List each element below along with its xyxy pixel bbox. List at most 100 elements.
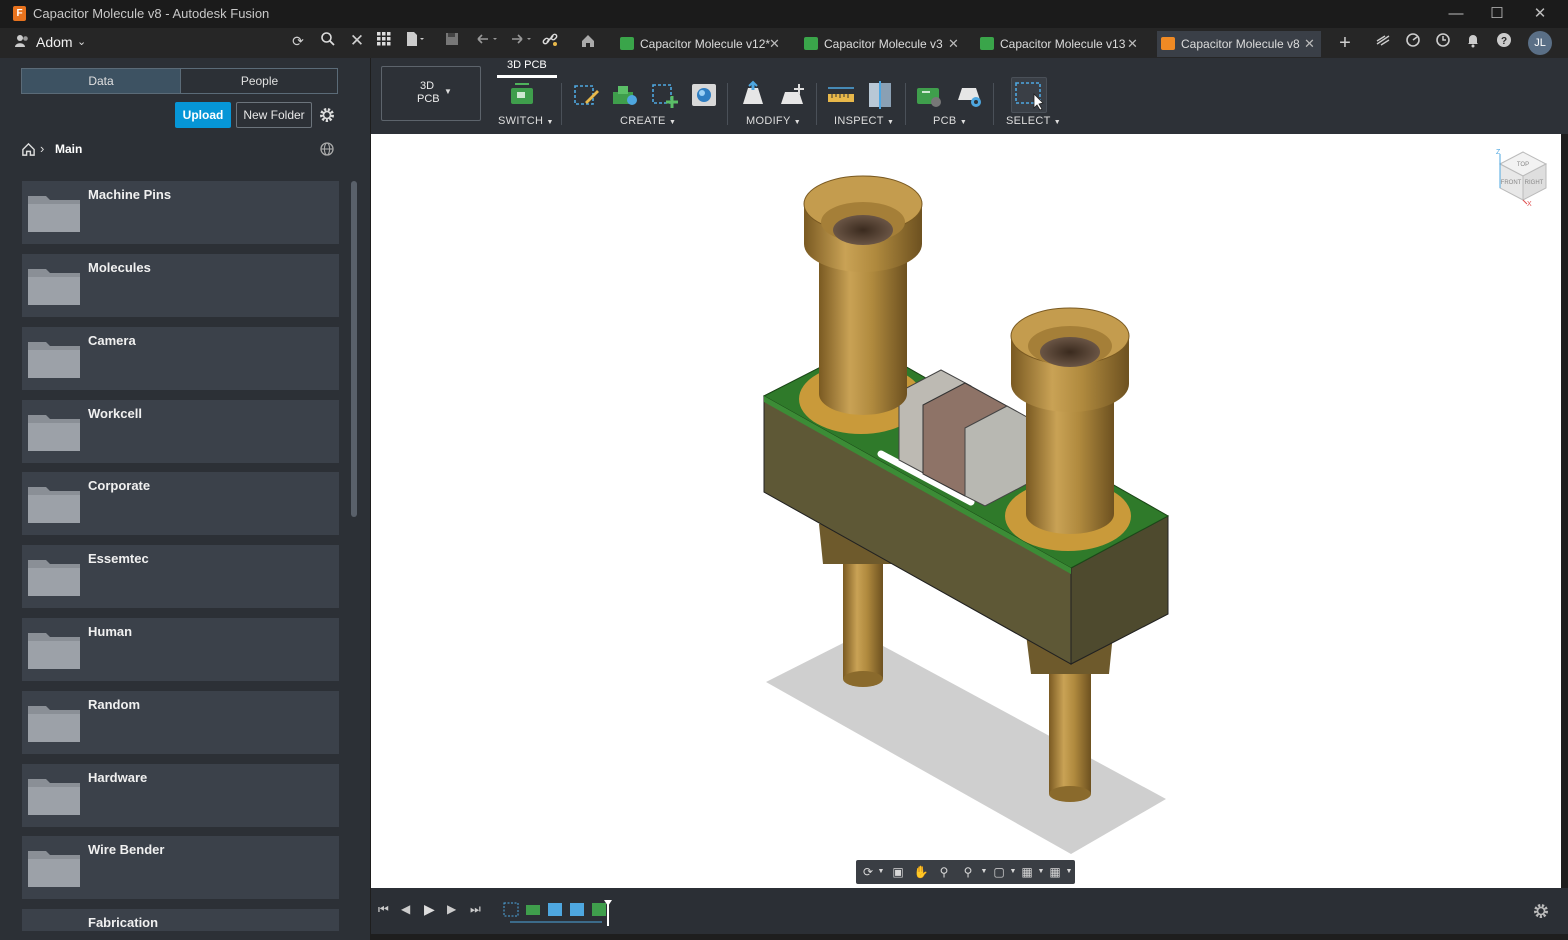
- folder-name: Corporate: [88, 478, 151, 493]
- redo-icon[interactable]: [508, 31, 531, 51]
- list-item[interactable]: Human: [22, 618, 339, 681]
- close-icon[interactable]: ✕: [1529, 3, 1551, 25]
- chevron-down-icon[interactable]: ▼: [872, 863, 890, 881]
- link-icon[interactable]: [540, 31, 560, 51]
- select-window-icon: [1015, 82, 1044, 111]
- globe-icon[interactable]: [319, 141, 335, 157]
- switch-group-label[interactable]: SWITCH ▼: [498, 115, 554, 127]
- close-tab-icon[interactable]: ✕: [769, 31, 780, 57]
- folder-list-scrollbar[interactable]: [351, 181, 357, 517]
- undo-icon[interactable]: [474, 31, 497, 51]
- extensions-icon[interactable]: [1373, 32, 1393, 52]
- list-item[interactable]: Workcell: [22, 400, 339, 463]
- notification-bell-icon[interactable]: [1463, 32, 1483, 52]
- file-menu-icon[interactable]: [405, 31, 425, 51]
- data-people-segment: Data People: [21, 68, 338, 94]
- search-icon[interactable]: [318, 31, 338, 51]
- document-tab-3[interactable]: Capacitor Molecule v13 ✕: [976, 31, 1144, 57]
- step-back-icon[interactable]: ◀: [401, 902, 410, 916]
- insert-image-icon[interactable]: [689, 80, 719, 110]
- upload-button[interactable]: Upload: [175, 102, 231, 128]
- select-group-label[interactable]: SELECT ▼: [1006, 115, 1061, 127]
- toolbar-divider: [727, 83, 728, 125]
- viewcube[interactable]: TOP FRONT RIGHT Z X: [1496, 149, 1548, 208]
- modify-move-icon[interactable]: [777, 80, 807, 110]
- team-icon: [14, 33, 30, 49]
- close-tab-icon[interactable]: ✕: [1304, 31, 1315, 57]
- pcb-group-label[interactable]: PCB ▼: [933, 115, 967, 127]
- job-status-icon[interactable]: [1403, 32, 1423, 52]
- list-item[interactable]: Random: [22, 691, 339, 754]
- workspace-switcher[interactable]: 3D PCB ▼: [381, 66, 481, 121]
- look-at-icon[interactable]: ▣: [889, 863, 907, 881]
- modify-group-label[interactable]: MODIFY ▼: [746, 115, 801, 127]
- folder-name: Camera: [88, 333, 136, 348]
- section-analysis-icon[interactable]: [865, 80, 895, 110]
- tab-label: Capacitor Molecule v13: [1000, 37, 1126, 51]
- list-item[interactable]: Hardware: [22, 764, 339, 827]
- list-item[interactable]: Camera: [22, 327, 339, 390]
- home-icon[interactable]: [21, 142, 36, 157]
- pan-hand-icon[interactable]: ✋: [912, 863, 930, 881]
- switch-board-icon[interactable]: [507, 80, 537, 110]
- grid-apps-icon[interactable]: [374, 31, 394, 51]
- inspect-group-label[interactable]: INSPECT ▼: [834, 115, 894, 127]
- zoom-icon[interactable]: ⚲: [935, 863, 953, 881]
- close-tab-icon[interactable]: ✕: [948, 31, 959, 57]
- tab-3d-pcb[interactable]: 3D PCB: [507, 59, 547, 71]
- folder-icon: [28, 487, 80, 523]
- tab-people[interactable]: People: [180, 69, 338, 93]
- go-to-start-icon[interactable]: ⏮: [378, 902, 389, 917]
- minimize-icon[interactable]: —: [1445, 3, 1467, 25]
- viewcube-right-face[interactable]: RIGHT: [1525, 180, 1544, 186]
- document-tab-1[interactable]: Capacitor Molecule v12* ✕: [616, 31, 788, 57]
- clock-icon[interactable]: [1433, 32, 1453, 52]
- create-group-label[interactable]: CREATE ▼: [620, 115, 676, 127]
- viewcube-front-face[interactable]: FRONT: [1501, 180, 1522, 186]
- breadcrumb[interactable]: Main: [55, 142, 82, 156]
- team-name[interactable]: Adom: [36, 34, 73, 50]
- go-to-end-icon[interactable]: ⏭: [470, 902, 481, 917]
- sketch-icon[interactable]: [571, 80, 601, 110]
- new-folder-button[interactable]: New Folder: [236, 102, 312, 128]
- list-item[interactable]: Wire Bender: [22, 836, 339, 899]
- 3d-viewport[interactable]: TOP FRONT RIGHT Z X: [371, 134, 1561, 888]
- active-tab-underline: [497, 75, 557, 78]
- close-data-panel-icon[interactable]: ✕: [347, 31, 367, 51]
- list-item[interactable]: Fabrication: [22, 909, 339, 931]
- breadcrumb-chevron-icon: ›: [40, 141, 45, 156]
- timeline-features[interactable]: [502, 900, 622, 928]
- modify-press-pull-icon[interactable]: [738, 80, 768, 110]
- pcb-push-to-board-icon[interactable]: [914, 80, 944, 110]
- pcb-3d-model[interactable]: TOP FRONT RIGHT Z X: [371, 134, 1561, 888]
- document-tab-2[interactable]: Capacitor Molecule v3 ✕: [800, 31, 965, 57]
- refresh-icon[interactable]: ⟳: [288, 31, 308, 51]
- help-icon[interactable]: ?: [1494, 32, 1514, 52]
- maximize-icon[interactable]: ☐: [1486, 3, 1508, 25]
- close-tab-icon[interactable]: ✕: [1127, 31, 1138, 57]
- viewcube-top-face[interactable]: TOP: [1517, 162, 1529, 168]
- document-tab-active[interactable]: Capacitor Molecule v8 ✕: [1157, 31, 1321, 57]
- axis-z-label: Z: [1496, 149, 1501, 156]
- list-item[interactable]: Machine Pins: [22, 181, 339, 244]
- chevron-down-icon[interactable]: ⌄: [77, 35, 86, 48]
- add-outline-icon[interactable]: [650, 80, 680, 110]
- play-icon[interactable]: ▶: [424, 901, 435, 918]
- user-avatar[interactable]: JL: [1528, 31, 1552, 55]
- navigation-bar: ⟳ ▼ ▣ ✋ ⚲ ⚲ ▼ ▢ ▼ ▦ ▼ ▦ ▼: [856, 860, 1075, 884]
- list-item[interactable]: Corporate: [22, 472, 339, 535]
- create-component-icon[interactable]: [610, 80, 640, 110]
- settings-gear-icon[interactable]: [318, 106, 336, 124]
- pcb-settings-icon[interactable]: [954, 80, 984, 110]
- select-button[interactable]: [1011, 77, 1047, 113]
- chevron-down-icon[interactable]: ▼: [1060, 863, 1078, 881]
- list-item[interactable]: Essemtec: [22, 545, 339, 608]
- home-icon[interactable]: [578, 33, 598, 53]
- new-tab-plus-icon[interactable]: +: [1335, 33, 1355, 53]
- step-forward-icon[interactable]: ▶: [447, 902, 456, 916]
- measure-icon[interactable]: [826, 80, 856, 110]
- list-item[interactable]: Molecules: [22, 254, 339, 317]
- tab-data[interactable]: Data: [22, 69, 180, 93]
- save-icon[interactable]: [442, 31, 462, 51]
- timeline-settings-gear-icon[interactable]: [1532, 902, 1550, 920]
